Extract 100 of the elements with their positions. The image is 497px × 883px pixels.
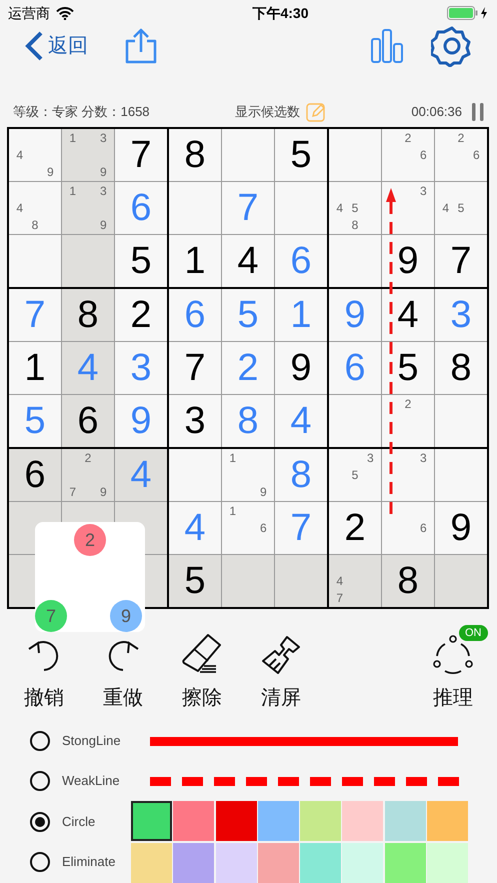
grid-cell[interactable]: 6 [169,289,221,341]
grid-cell[interactable] [329,129,381,181]
color-swatch[interactable] [216,843,257,883]
color-swatch[interactable] [300,801,342,841]
grid-cell[interactable]: 7 [9,289,61,341]
grid-cell[interactable] [275,182,327,234]
grid-cell[interactable]: 4 5 [435,182,487,234]
grid-cell[interactable]: 9 [435,502,487,554]
show-candidates-button[interactable]: 显示候选数 [234,102,326,122]
grid-cell[interactable]: 4 [222,235,274,287]
grid-cell[interactable]: 9 [275,342,327,394]
grid-cell[interactable]: 5 [382,342,434,394]
color-swatch[interactable] [342,801,384,841]
mode-option[interactable]: StongLine [30,721,150,761]
grid-cell[interactable]: 2 7 9 [62,449,114,501]
color-swatch[interactable] [258,843,299,883]
grid-cell[interactable]: 4 [115,449,167,501]
grid-cell[interactable]: 1 6 [222,502,274,554]
grid-cell[interactable]: 5 [9,395,61,447]
grid-cell[interactable] [435,555,487,607]
grid-cell[interactable]: 5 [115,235,167,287]
grid-cell[interactable]: 9 [329,289,381,341]
mode-option[interactable]: Circle [30,802,132,842]
grid-cell[interactable]: 2 6 [435,129,487,181]
back-button[interactable]: 返回 [24,30,88,62]
grid-cell[interactable]: 1 [9,342,61,394]
chart-icon[interactable] [371,29,403,63]
color-swatch[interactable] [131,843,172,883]
color-swatch[interactable] [426,801,468,841]
settings-icon[interactable] [431,25,473,67]
grid-cell[interactable]: 8 [222,395,274,447]
grid-cell[interactable]: 7 [275,502,327,554]
radio-button[interactable] [30,852,50,872]
grid-cell[interactable]: 1 [169,235,221,287]
grid-cell[interactable] [222,129,274,181]
grid-cell[interactable]: 6 [329,342,381,394]
grid-cell[interactable]: 8 [382,555,434,607]
toolbar-button[interactable]: 撤销 [24,633,64,713]
color-swatch[interactable] [300,843,342,883]
grid-cell[interactable]: 4 8 [9,182,61,234]
mode-option[interactable]: WeakLine [30,761,150,801]
grid-cell[interactable] [329,235,381,287]
grid-cell[interactable]: 5 [275,129,327,181]
grid-cell[interactable]: 8 [435,342,487,394]
grid-cell[interactable]: 1 [275,289,327,341]
grid-cell[interactable] [275,555,327,607]
mode-option[interactable]: Eliminate [30,842,132,882]
color-swatch[interactable] [384,801,426,841]
grid-cell[interactable]: 7 [222,182,274,234]
toolbar-button[interactable]: 重做 [103,633,143,713]
grid-cell[interactable]: 3 [115,342,167,394]
grid-cell[interactable]: 5 [169,555,221,607]
grid-cell[interactable]: 4 5 8 [329,182,381,234]
grid-cell[interactable]: 4 7 [329,555,381,607]
grid-cell[interactable]: 7 [169,342,221,394]
grid-cell[interactable]: 7 [435,235,487,287]
grid-cell[interactable]: 2 6 [382,129,434,181]
grid-cell[interactable] [9,235,61,287]
grid-cell[interactable]: 5 [222,289,274,341]
grid-cell[interactable]: 9 [115,395,167,447]
grid-cell[interactable]: 2 [115,289,167,341]
color-swatch[interactable] [426,843,468,883]
grid-cell[interactable]: 7 [115,129,167,181]
grid-cell[interactable]: 2 [382,395,434,447]
grid-cell[interactable] [222,555,274,607]
grid-cell[interactable] [435,449,487,501]
color-swatch[interactable] [216,801,257,841]
grid-cell[interactable]: 4 [382,289,434,341]
grid-cell[interactable] [435,395,487,447]
grid-cell[interactable]: 8 [169,129,221,181]
grid-cell[interactable] [329,395,381,447]
color-swatch[interactable] [384,843,426,883]
grid-cell[interactable]: 2 [329,502,381,554]
grid-cell[interactable]: 9 [382,235,434,287]
radio-button[interactable] [30,731,50,751]
grid-cell[interactable]: 6 [115,182,167,234]
color-swatch[interactable] [258,801,299,841]
color-swatch[interactable] [342,843,384,883]
grid-cell[interactable] [62,235,114,287]
share-icon[interactable] [124,28,158,64]
toolbar-button[interactable]: 擦除 [182,633,222,713]
grid-cell[interactable]: 3 [382,182,434,234]
grid-cell[interactable]: 4 [275,395,327,447]
color-swatch[interactable] [131,801,172,841]
color-swatch[interactable] [173,843,214,883]
grid-cell[interactable]: 3 [382,449,434,501]
grid-cell[interactable]: 4 [62,342,114,394]
grid-cell[interactable]: 3 [169,395,221,447]
grid-cell[interactable]: 6 [9,449,61,501]
grid-cell[interactable]: 6 [62,395,114,447]
grid-cell[interactable]: 6 [275,235,327,287]
grid-cell[interactable] [169,449,221,501]
grid-cell[interactable]: 8 [62,289,114,341]
grid-cell[interactable]: 4 9 [9,129,61,181]
grid-cell[interactable]: 1 3 9 [62,182,114,234]
toolbar-button[interactable]: 清屏 [261,633,301,713]
radio-button[interactable] [30,771,50,791]
grid-cell[interactable]: 1 9 [222,449,274,501]
grid-cell[interactable]: 3 5 [329,449,381,501]
grid-cell[interactable]: 3 [435,289,487,341]
